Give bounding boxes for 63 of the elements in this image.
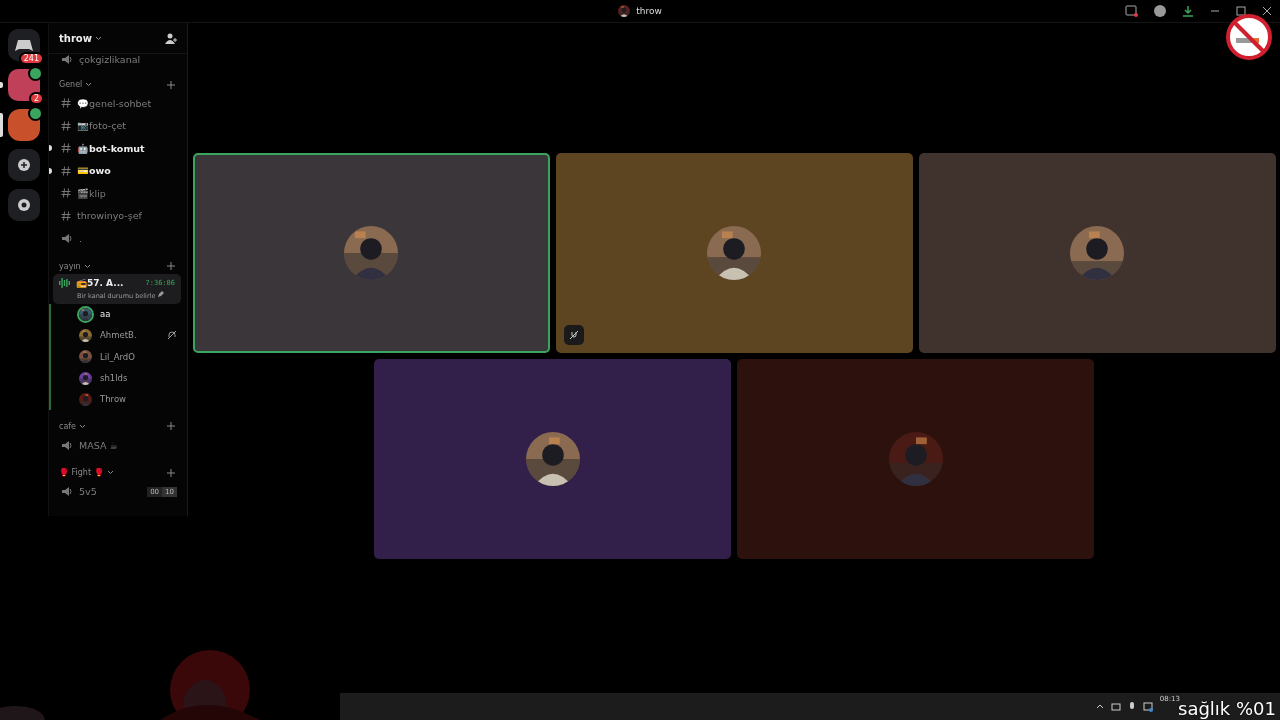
- channel-item[interactable]: çokgizlikanal: [49, 54, 187, 68]
- chevron-up-icon[interactable]: [1095, 704, 1104, 709]
- close-icon[interactable]: [1262, 6, 1272, 16]
- hash-icon: [61, 210, 71, 221]
- camera-icon[interactable]: [1110, 701, 1121, 712]
- download-icon[interactable]: [1182, 5, 1194, 17]
- speaker-icon: [61, 486, 73, 498]
- soundwave-icon: [59, 277, 71, 288]
- home-button[interactable]: [8, 29, 40, 61]
- add-server-button[interactable]: [8, 149, 40, 181]
- speaker-icon: [61, 54, 73, 65]
- speaker-icon: [61, 439, 73, 451]
- video-tile[interactable]: [918, 153, 1276, 353]
- no-smoking-icon: [1226, 14, 1272, 60]
- video-tile[interactable]: [374, 359, 731, 559]
- member-item[interactable]: AhmetB.: [51, 324, 187, 347]
- server-icon[interactable]: [8, 109, 40, 141]
- inbox-icon[interactable]: [1125, 5, 1138, 17]
- hash-icon: [61, 143, 71, 154]
- category-header[interactable]: cafe: [59, 422, 77, 431]
- plus-icon[interactable]: [167, 469, 175, 477]
- channel-item[interactable]: .: [49, 227, 187, 250]
- category-header[interactable]: yayın: [59, 261, 81, 271]
- category-header[interactable]: 🥊 Fight 🥊: [59, 468, 104, 478]
- maximize-icon[interactable]: [1236, 6, 1246, 16]
- chevron-down-icon: [85, 82, 93, 87]
- explore-button[interactable]: [8, 189, 40, 221]
- chevron-down-icon: [79, 424, 87, 429]
- hash-icon: [61, 165, 71, 176]
- chevron-down-icon: [106, 470, 114, 476]
- channel-item[interactable]: 💳owo: [49, 159, 187, 182]
- video-tile[interactable]: [555, 153, 913, 353]
- member-item[interactable]: aa: [51, 303, 187, 325]
- chevron-down-icon: [83, 263, 91, 269]
- plus-icon[interactable]: [167, 262, 175, 270]
- channel-item[interactable]: 🤖bot-komut: [49, 137, 187, 160]
- microphone-icon[interactable]: [1127, 701, 1136, 712]
- chevron-down-icon: [94, 35, 102, 41]
- video-tile[interactable]: [192, 153, 550, 353]
- speaker-icon: [61, 232, 73, 244]
- member-item[interactable]: Throw: [51, 388, 187, 410]
- pencil-icon[interactable]: [157, 290, 165, 298]
- channel-item[interactable]: 💬genel-sohbet: [49, 92, 187, 115]
- hash-icon: [61, 120, 71, 131]
- plus-icon: [18, 159, 30, 171]
- hash-icon: [61, 98, 71, 109]
- member-item[interactable]: Lil_ArdO: [51, 346, 187, 368]
- screen-icon[interactable]: [1142, 701, 1153, 712]
- hash-icon: [61, 188, 71, 199]
- member-item[interactable]: sh1lds: [51, 367, 187, 389]
- channel-item[interactable]: throwinyo-şef: [49, 204, 187, 227]
- video-tile[interactable]: [737, 359, 1094, 559]
- plus-icon[interactable]: [167, 422, 175, 431]
- plus-icon[interactable]: [167, 80, 175, 89]
- add-user-icon[interactable]: [165, 32, 177, 44]
- channel-item[interactable]: MASA ☕: [49, 434, 187, 457]
- compass-icon: [18, 199, 30, 211]
- controller-icon: [15, 38, 33, 52]
- server-name[interactable]: throw: [59, 32, 92, 44]
- window-title: throw: [618, 5, 662, 17]
- channel-item[interactable]: 📷foto-çet: [49, 114, 187, 137]
- category-header[interactable]: Genel: [59, 80, 83, 89]
- notification-badge: 241: [18, 52, 44, 65]
